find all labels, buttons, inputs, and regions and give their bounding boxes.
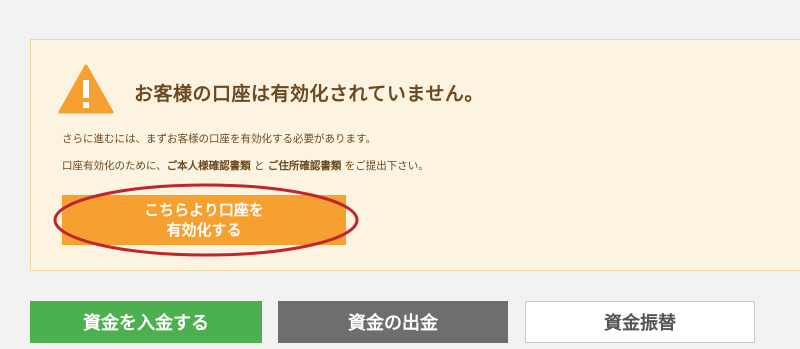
withdraw-button[interactable]: 資金の出金 [278, 301, 508, 343]
activate-button-line1: こちらより口座を [144, 201, 264, 219]
line2-suffix: をご提出下さい。 [341, 160, 429, 172]
notice-title: お客様の口座は有効化されていません。 [134, 83, 484, 105]
activate-account-button[interactable]: こちらより口座を 有効化する [62, 195, 346, 245]
warning-icon [58, 64, 114, 114]
transfer-button[interactable]: 資金振替 [525, 301, 755, 343]
account-page: お客様の口座は有効化されていません。 さらに進むには、まずお客様の口座を有効化す… [0, 0, 800, 349]
line2-prefix: 口座有効化のために、 [62, 160, 167, 172]
deposit-button[interactable]: 資金を入金する [30, 301, 262, 343]
notice-text-line2: 口座有効化のために、ご本人様確認書類 と ご住所確認書類 をご提出下さい。 [62, 158, 429, 173]
activate-button-line2: 有効化する [166, 221, 242, 239]
notice-text-line1: さらに進むには、まずお客様の口座を有効化する必要があります。 [62, 133, 376, 145]
line2-and: と [250, 160, 268, 172]
address-document-link[interactable]: ご住所確認書類 [268, 160, 342, 172]
identity-document-link[interactable]: ご本人様確認書類 [167, 160, 251, 172]
